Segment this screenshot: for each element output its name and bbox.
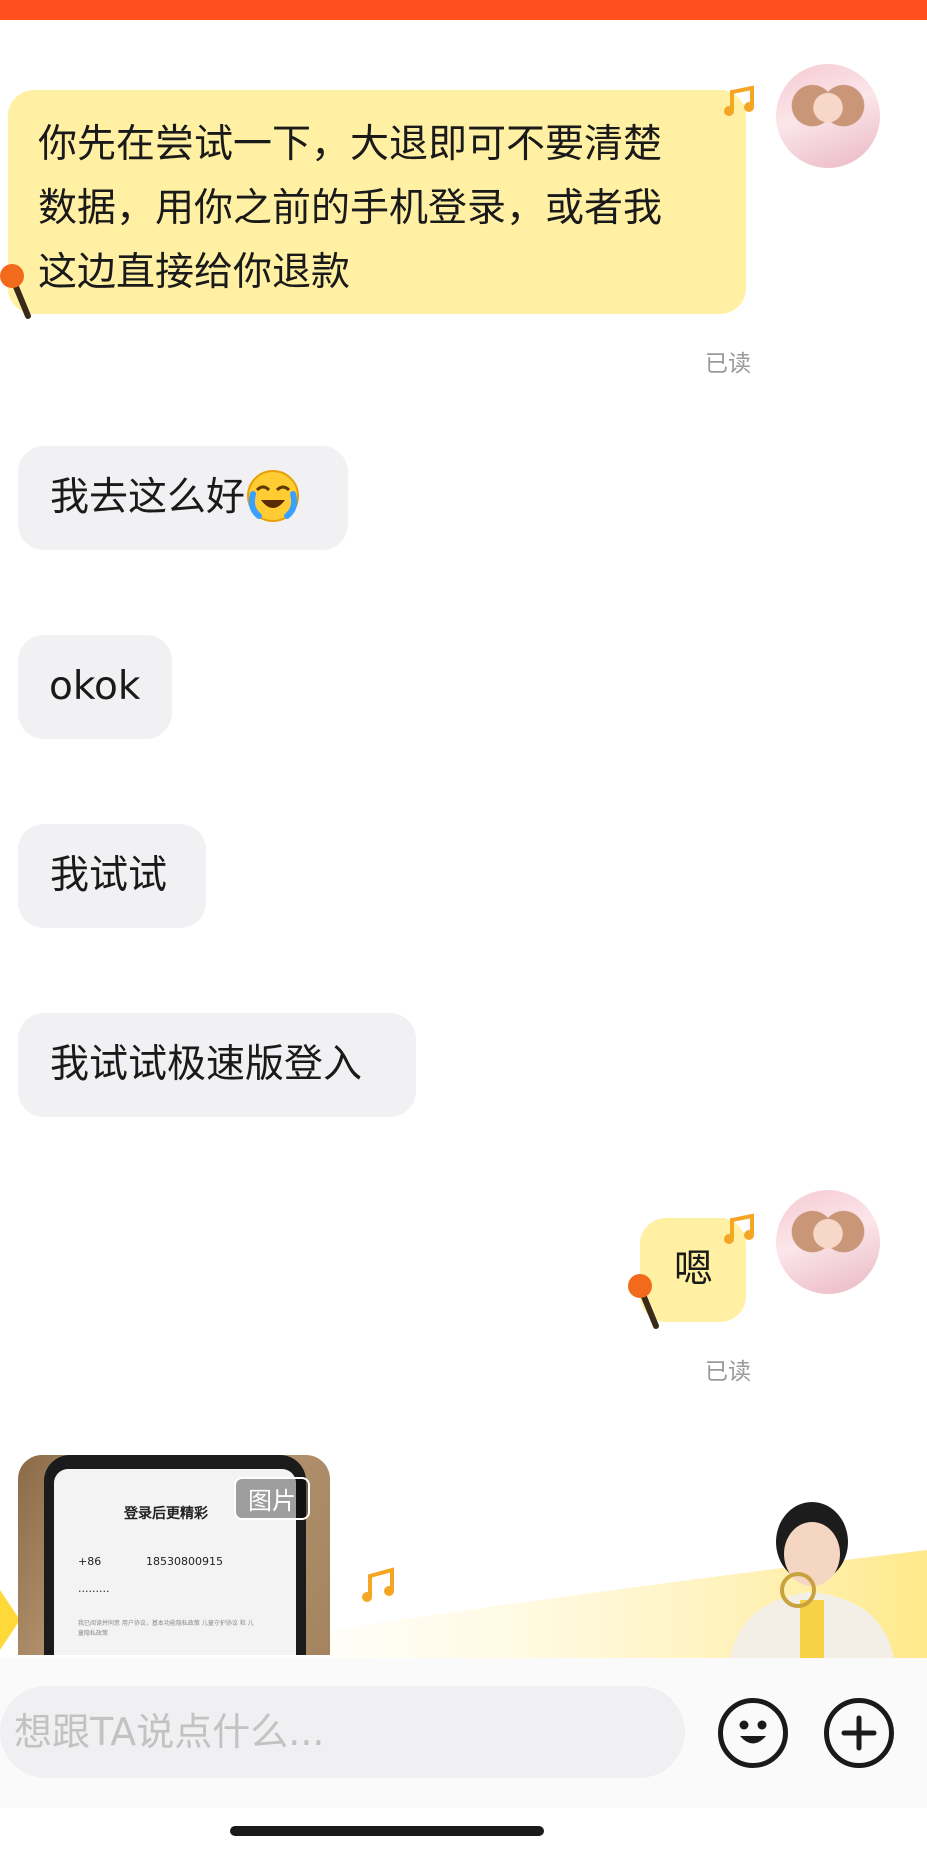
input-bar: 想跟TA说点什么... (0, 1658, 927, 1808)
microphone-icon (628, 1274, 659, 1329)
message-text: 我去这么好 (50, 475, 246, 520)
photo-country-code: +86 (78, 1555, 102, 1568)
read-status: 已读 (705, 351, 751, 377)
top-status-bar (0, 0, 927, 20)
avatar[interactable] (776, 1190, 880, 1294)
photo-agreement: 我已阅读并同意 用户协议，基本功能隐私政策 儿童守护协议 和 儿童隐私政策 (78, 1620, 254, 1637)
photo-title: 登录后更精彩 (124, 1506, 208, 1522)
message-bubble-outgoing[interactable]: 你先在尝试一下，大退即可不要清楚 数据，用你之前的手机登录，或者我 这边直接给你… (8, 90, 746, 314)
message-input[interactable]: 想跟TA说点什么... (0, 1686, 685, 1778)
message-bubble-incoming[interactable]: 我试试 (18, 824, 206, 928)
smiley-face-icon (739, 1720, 767, 1744)
microphone-icon (0, 264, 31, 319)
message-bubble-incoming[interactable]: okok (18, 635, 172, 739)
music-note-icon (362, 1567, 394, 1602)
avatar[interactable] (776, 64, 880, 168)
music-note-icon (724, 85, 754, 116)
photo-password: ········· (78, 1585, 110, 1598)
emoji-button[interactable] (718, 1698, 788, 1768)
message-bubble-incoming[interactable]: 我去这么好 (18, 446, 348, 550)
photo-phone-number: 18530800915 (146, 1555, 223, 1568)
music-note-icon (724, 1213, 754, 1244)
plus-button[interactable] (824, 1698, 894, 1768)
message-bubble-incoming[interactable]: 我试试极速版登入 (18, 1013, 416, 1117)
plus-circle-icon (841, 1715, 877, 1751)
message-text: 嗯 (674, 1247, 714, 1292)
image-message[interactable]: 登录后更精彩 +86 18530800915 ········· 我已阅读并同意… (18, 1455, 330, 1655)
message-text-line: 这边直接给你退款 (38, 250, 351, 295)
image-tag: 图片 (234, 1477, 310, 1520)
message-text: 我试试极速版登入 (50, 1042, 363, 1087)
home-indicator[interactable] (230, 1826, 544, 1836)
message-text-line: 数据，用你之前的手机登录，或者我 (38, 186, 663, 231)
message-text: okok (49, 664, 141, 709)
message-text: 我试试 (50, 853, 168, 898)
message-text-line: 你先在尝试一下，大退即可不要清楚 (38, 122, 663, 167)
read-status: 已读 (705, 1359, 751, 1385)
loudly-crying-laughing-emoji (247, 470, 300, 522)
